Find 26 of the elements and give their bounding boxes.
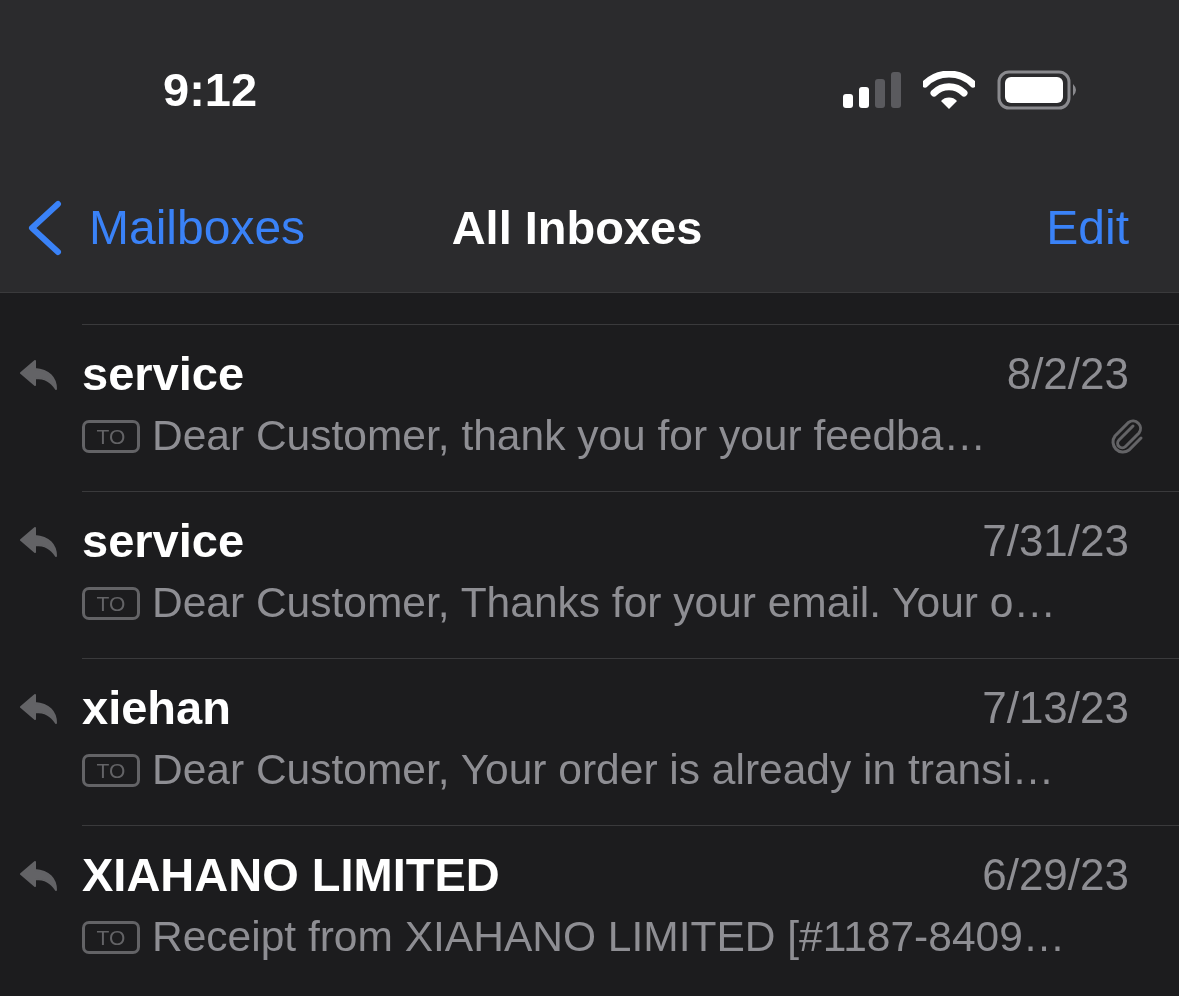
wifi-icon [923,71,975,109]
message-date: 8/2/23 [1006,348,1129,400]
message-preview: Dear Customer, Your order is already in transi… [152,745,1056,795]
screen-title: All Inboxes [451,199,703,256]
sender-name: XIAHANO LIMITED [82,849,500,901]
message-preview: Dear Customer, Thanks for your email. Your o… [152,578,1057,628]
message-row[interactable]: service 7/31/23 TO Dear Customer, Thanks for your email. Your o… [0,491,1179,658]
status-time: 9:12 [163,62,258,118]
recipient-tag: TO [82,419,140,453]
recipient-tag: TO [82,753,140,787]
message-date: 6/29/23 [982,849,1129,901]
edit-button[interactable]: Edit [1046,198,1129,257]
message-preview: Receipt from XIAHANO LIMITED [#1187-8409… [152,912,1067,962]
message-row[interactable]: service 8/2/23 TO Dear Customer, thank you for your feedba… [0,324,1179,491]
back-button[interactable]: Mailboxes [25,198,306,257]
sender-name: xiehan [82,682,231,734]
recipient-tag: TO [82,586,140,620]
message-date: 7/31/23 [982,515,1129,567]
message-preview: Dear Customer, thank you for your feedba… [152,411,987,461]
message-row[interactable]: xiehan 7/13/23 TO Dear Customer, Your order is already in transi… [0,658,1179,825]
sender-name: service [82,515,245,567]
sender-name: service [82,348,245,400]
signal-icon [843,72,901,108]
message-date: 7/13/23 [982,682,1129,734]
recipient-tag: TO [82,920,140,954]
message-row[interactable]: XIAHANO LIMITED 6/29/23 TO Receipt from XIAHANO LIMITED [#1187-8409… [0,825,1179,992]
